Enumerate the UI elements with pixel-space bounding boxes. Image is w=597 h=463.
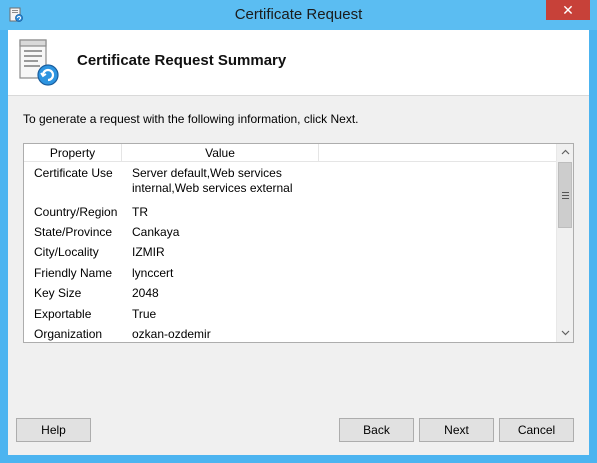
property-name: Certificate Use bbox=[34, 166, 113, 180]
chevron-up-icon bbox=[561, 149, 569, 155]
property-name: Organization bbox=[34, 327, 103, 341]
property-value: ozkan-ozdemir bbox=[132, 327, 211, 341]
property-name: Key Size bbox=[34, 286, 82, 300]
property-value: 2048 bbox=[132, 286, 159, 300]
title-bar[interactable]: Certificate Request ✕ bbox=[0, 0, 597, 30]
instruction-text: To generate a request with the following… bbox=[23, 112, 359, 126]
property-name: City/Locality bbox=[34, 245, 99, 259]
property-value: True bbox=[132, 307, 157, 321]
column-header-value[interactable]: Value bbox=[122, 144, 319, 162]
property-value: Cankaya bbox=[132, 225, 180, 239]
cancel-button[interactable]: Cancel bbox=[499, 418, 574, 442]
scroll-up-button[interactable] bbox=[557, 144, 573, 161]
back-button[interactable]: Back bbox=[339, 418, 414, 442]
property-name: Exportable bbox=[34, 307, 92, 321]
chevron-down-icon bbox=[561, 330, 569, 336]
certificate-request-window: Certificate Request ✕ Certificate Reques… bbox=[0, 0, 597, 463]
close-button[interactable]: ✕ bbox=[546, 0, 590, 20]
list-header: Property Value bbox=[24, 144, 557, 162]
help-button[interactable]: Help bbox=[16, 418, 91, 442]
property-value: IZMIR bbox=[132, 245, 165, 259]
column-header-property[interactable]: Property bbox=[24, 144, 122, 162]
property-name: State/Province bbox=[34, 225, 113, 239]
close-icon: ✕ bbox=[562, 2, 574, 18]
certificate-request-icon bbox=[19, 39, 59, 86]
next-button[interactable]: Next bbox=[419, 418, 494, 442]
property-value: lynccert bbox=[132, 266, 174, 280]
property-value: TR bbox=[132, 205, 148, 219]
property-value: Server default,Web services internal,Web… bbox=[132, 166, 293, 195]
dialog-body: Certificate Request Summary To generate … bbox=[8, 30, 589, 455]
list-rows: Certificate Use Server default,Web servi… bbox=[24, 162, 557, 342]
wizard-header: Certificate Request Summary bbox=[8, 30, 589, 96]
scroll-thumb[interactable] bbox=[558, 162, 572, 228]
vertical-scrollbar[interactable] bbox=[556, 144, 573, 342]
window-title: Certificate Request bbox=[234, 6, 363, 23]
scroll-down-button[interactable] bbox=[557, 325, 573, 342]
page-title: Certificate Request Summary bbox=[77, 52, 287, 69]
property-name: Friendly Name bbox=[34, 266, 113, 280]
property-name: Country/Region bbox=[34, 205, 118, 219]
summary-list[interactable]: Property Value Certificate Use Server de… bbox=[23, 143, 574, 343]
grip-icon bbox=[562, 192, 569, 199]
